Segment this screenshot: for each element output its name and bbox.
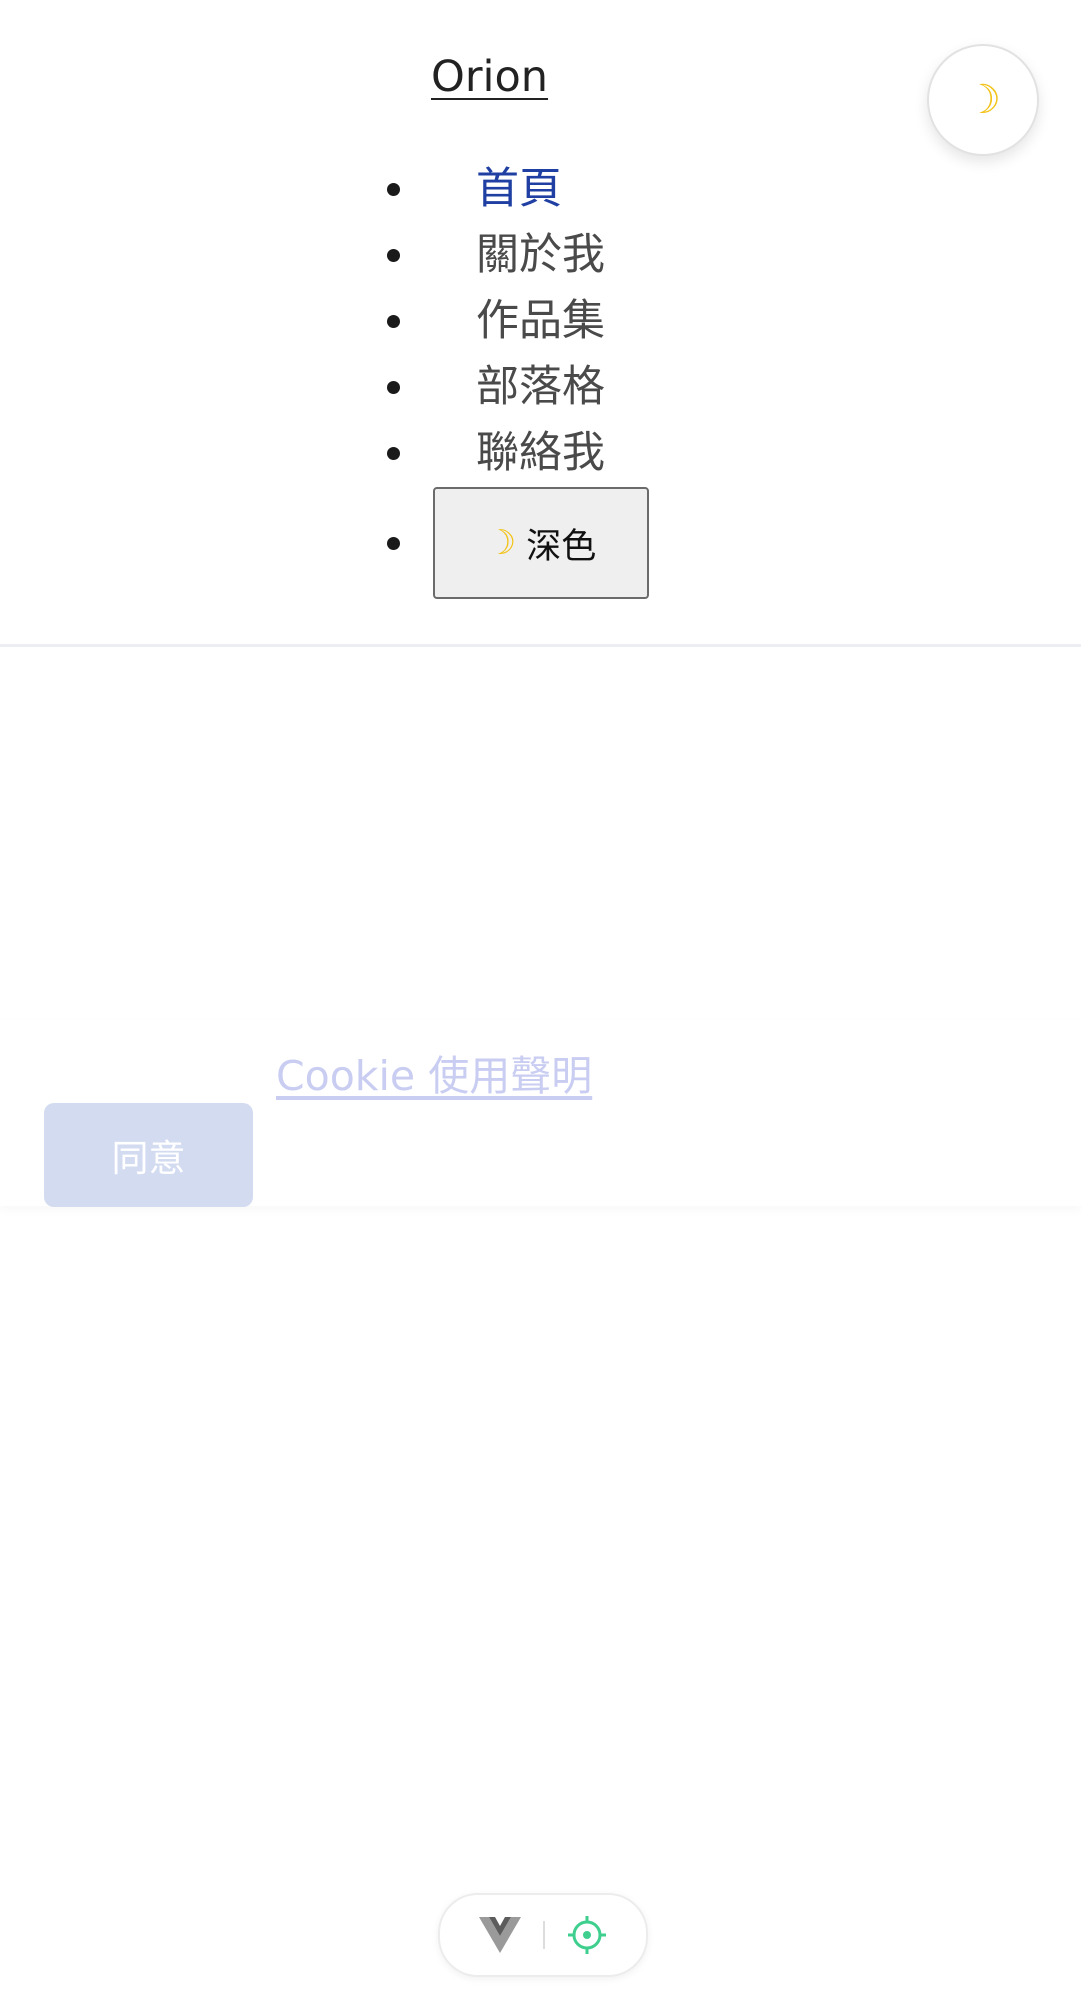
moon-icon: ☽ — [485, 523, 517, 563]
nav-item-contact[interactable]: 聯絡我 — [380, 420, 605, 486]
list-bullet — [387, 249, 400, 262]
brand-link[interactable]: Orion — [431, 52, 548, 102]
cookie-policy-link[interactable]: Cookie 使用聲明 — [276, 1042, 592, 1102]
nav-item-theme: ☽ 深色 — [380, 486, 649, 600]
dark-mode-button[interactable]: ☽ 深色 — [433, 487, 649, 599]
list-bullet — [387, 183, 400, 196]
list-bullet — [387, 381, 400, 394]
nav-item-label: 作品集 — [476, 296, 605, 346]
nav-item-label: 首頁 — [476, 164, 562, 214]
toolbar-divider — [543, 1921, 545, 1949]
theme-toggle-button[interactable]: ☽ — [927, 44, 1039, 156]
dark-mode-button-label: 深色 — [526, 526, 597, 567]
nav-item-label: 聯絡我 — [476, 428, 605, 478]
nav-item-blog[interactable]: 部落格 — [380, 354, 605, 420]
nav-item-about[interactable]: 關於我 — [380, 222, 605, 288]
vue-logo-icon[interactable] — [479, 1917, 521, 1953]
nav-item-portfolio[interactable]: 作品集 — [380, 288, 605, 354]
crosshair-target-icon[interactable] — [567, 1915, 607, 1955]
nav-item-label: 關於我 — [476, 230, 605, 280]
nav-item-home[interactable]: 首頁 — [380, 156, 605, 222]
agree-button[interactable]: 同意 — [44, 1103, 253, 1207]
moon-icon: ☽ — [965, 77, 1001, 123]
nav-menu: 首頁 關於我 作品集 部落格 聯絡我 ☽ 深色 — [380, 156, 649, 600]
site-header: Orion 首頁 關於我 作品集 部落格 聯絡我 ☽ 深色 ☽ — [0, 0, 1081, 647]
cookie-banner: Cookie 使用聲明 同意 — [0, 1020, 1081, 1207]
nav-item-label: 部落格 — [476, 362, 605, 412]
list-bullet — [387, 315, 400, 328]
devtools-toolbar — [438, 1893, 648, 1977]
list-bullet — [387, 447, 400, 460]
list-bullet — [387, 537, 400, 550]
